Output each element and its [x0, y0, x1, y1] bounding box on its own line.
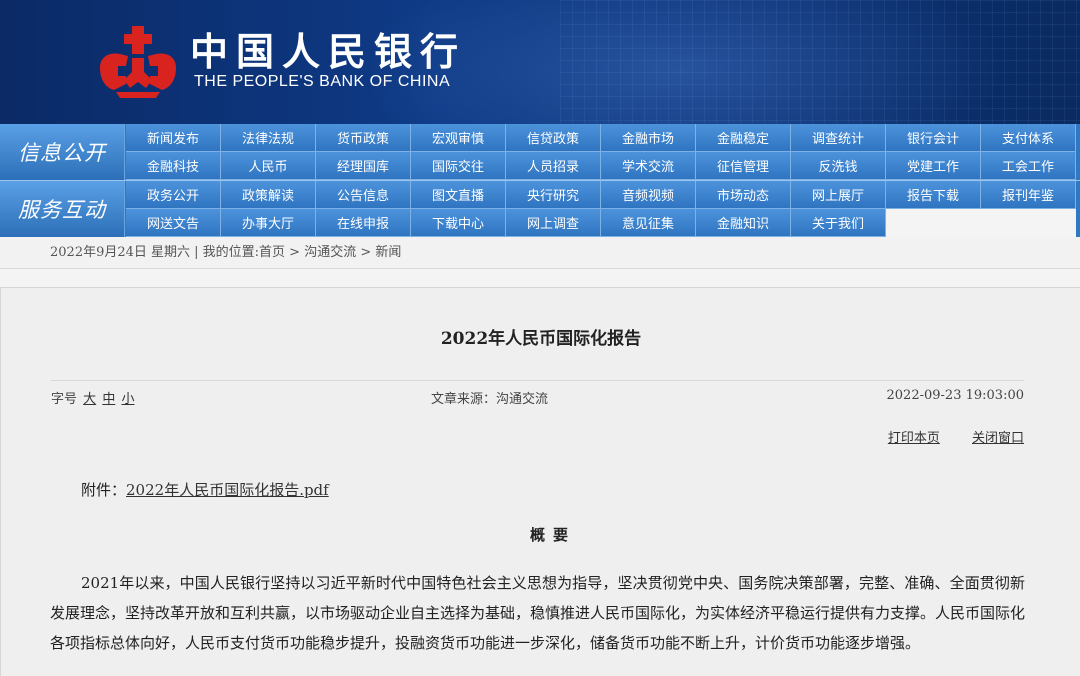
nav-service-item[interactable]: 政策解读 — [221, 181, 316, 209]
meta-divider — [51, 380, 1024, 381]
nav-info-item[interactable]: 银行会计 — [886, 124, 981, 152]
nav-service-item[interactable]: 政务公开 — [126, 181, 221, 209]
font-size-switcher: 字号 大 中 小 — [51, 388, 134, 407]
summary-paragraph: 2021年以来，中国人民银行坚持以习近平新时代中国特色社会主义思想为指导，坚决贯… — [50, 574, 1026, 652]
article-source: 文章来源：沟通交流 — [431, 392, 549, 407]
nav-service-item[interactable]: 市场动态 — [696, 181, 791, 209]
nav-service-item[interactable]: 金融知识 — [696, 209, 791, 237]
attachment-pdf-link[interactable]: 2022年人民币国际化报告.pdf — [126, 481, 329, 499]
nav-info-item[interactable]: 支付体系 — [981, 124, 1076, 152]
header-banner: 中国人民银行 THE PEOPLE'S BANK OF CHINA — [0, 0, 1080, 124]
logo-english-name[interactable]: THE PEOPLE'S BANK OF CHINA — [194, 73, 450, 91]
nav-service-item[interactable]: 办事大厅 — [221, 209, 316, 237]
breadcrumb: 2022年9月24日 星期六 | 我的位置:首页 > 沟通交流 > 新闻 — [0, 237, 1080, 269]
nav-grid-info-disclosure: 新闻发布 法律法规 货币政策 宏观审慎 信贷政策 金融市场 金融稳定 调查统计 银行会计 支付体系… — [126, 124, 1080, 180]
nav-info-item[interactable]: 人员招录 — [506, 152, 601, 180]
nav-service-item[interactable]: 图文直播 — [411, 181, 506, 209]
nav-service-item[interactable]: 报刊年鉴 — [981, 181, 1076, 209]
nav-info-item[interactable]: 金融稳定 — [696, 124, 791, 152]
nav-info-item[interactable]: 国际交往 — [411, 152, 506, 180]
article-datetime: 2022-09-23 19:03:00 — [886, 388, 1024, 403]
nav-service-item[interactable]: 网上调查 — [506, 209, 601, 237]
nav-service-item[interactable]: 公告信息 — [316, 181, 411, 209]
nav-info-item[interactable]: 工会工作 — [981, 152, 1076, 180]
nav-service-item[interactable]: 网送文告 — [126, 209, 221, 237]
nav-info-item[interactable]: 货币政策 — [316, 124, 411, 152]
nav-info-item[interactable]: 金融市场 — [601, 124, 696, 152]
article-actions: 打印本页 关闭窗口 — [860, 427, 1024, 446]
banner-pattern — [560, 0, 1080, 124]
nav-service-item[interactable]: 意见征集 — [601, 209, 696, 237]
article-panel: 2022年人民币国际化报告 字号 大 中 小 文章来源：沟通交流 2022-09… — [0, 287, 1080, 676]
nav-section-info-disclosure[interactable]: 信息公开 — [0, 124, 125, 180]
nav-service-item[interactable]: 网上展厅 — [791, 181, 886, 209]
nav-info-item[interactable]: 调查统计 — [791, 124, 886, 152]
pboc-emblem-icon[interactable] — [96, 24, 180, 100]
nav-info-item[interactable]: 新闻发布 — [126, 124, 221, 152]
nav-info-item[interactable]: 法律法规 — [221, 124, 316, 152]
nav-info-item[interactable]: 金融科技 — [126, 152, 221, 180]
nav-empty-cell — [886, 209, 981, 237]
close-window-link[interactable]: 关闭窗口 — [972, 431, 1024, 446]
article-title: 2022年人民币国际化报告 — [440, 329, 642, 349]
font-size-small-link[interactable]: 小 — [121, 392, 134, 407]
nav-info-item[interactable]: 宏观审慎 — [411, 124, 506, 152]
nav-info-item[interactable]: 信贷政策 — [506, 124, 601, 152]
nav-info-item[interactable]: 征信管理 — [696, 152, 791, 180]
font-size-medium-link[interactable]: 中 — [102, 392, 115, 407]
attachment-label: 附件： — [81, 481, 127, 499]
nav-info-item[interactable]: 反洗钱 — [791, 152, 886, 180]
nav-section-service-interaction[interactable]: 服务互动 — [0, 181, 125, 237]
nav-info-item[interactable]: 人民币 — [221, 152, 316, 180]
nav-group-info-disclosure: 信息公开 新闻发布 法律法规 货币政策 宏观审慎 信贷政策 金融市场 金融稳定 调查统计 银行会… — [0, 124, 1080, 180]
print-page-link[interactable]: 打印本页 — [888, 431, 940, 446]
nav-service-item[interactable]: 央行研究 — [506, 181, 601, 209]
nav-info-item[interactable]: 学术交流 — [601, 152, 696, 180]
nav-grid-service-interaction: 政务公开 政策解读 公告信息 图文直播 央行研究 音频视频 市场动态 网上展厅 报告下载 报刊年鉴… — [126, 181, 1080, 237]
main-navigation: 信息公开 新闻发布 法律法规 货币政策 宏观审慎 信贷政策 金融市场 金融稳定 调查统计 银行会… — [0, 124, 1080, 237]
nav-group-service-interaction: 服务互动 政务公开 政策解读 公告信息 图文直播 央行研究 音频视频 市场动态 网上展厅 报告下… — [0, 181, 1080, 237]
nav-info-item[interactable]: 经理国库 — [316, 152, 411, 180]
font-size-large-link[interactable]: 大 — [83, 392, 96, 407]
nav-service-item[interactable]: 报告下载 — [886, 181, 981, 209]
nav-service-item[interactable]: 关于我们 — [791, 209, 886, 237]
nav-empty-cell — [981, 209, 1076, 237]
nav-service-item[interactable]: 下载中心 — [411, 209, 506, 237]
summary-heading: 概要 — [529, 526, 576, 544]
font-size-label: 字号 — [51, 392, 78, 407]
attachment-row: 附件：2022年人民币国际化报告.pdf — [81, 479, 329, 500]
nav-service-item[interactable]: 在线申报 — [316, 209, 411, 237]
nav-service-item[interactable]: 音频视频 — [601, 181, 696, 209]
logo-chinese-name[interactable]: 中国人民银行 — [190, 30, 466, 74]
nav-info-item[interactable]: 党建工作 — [886, 152, 981, 180]
